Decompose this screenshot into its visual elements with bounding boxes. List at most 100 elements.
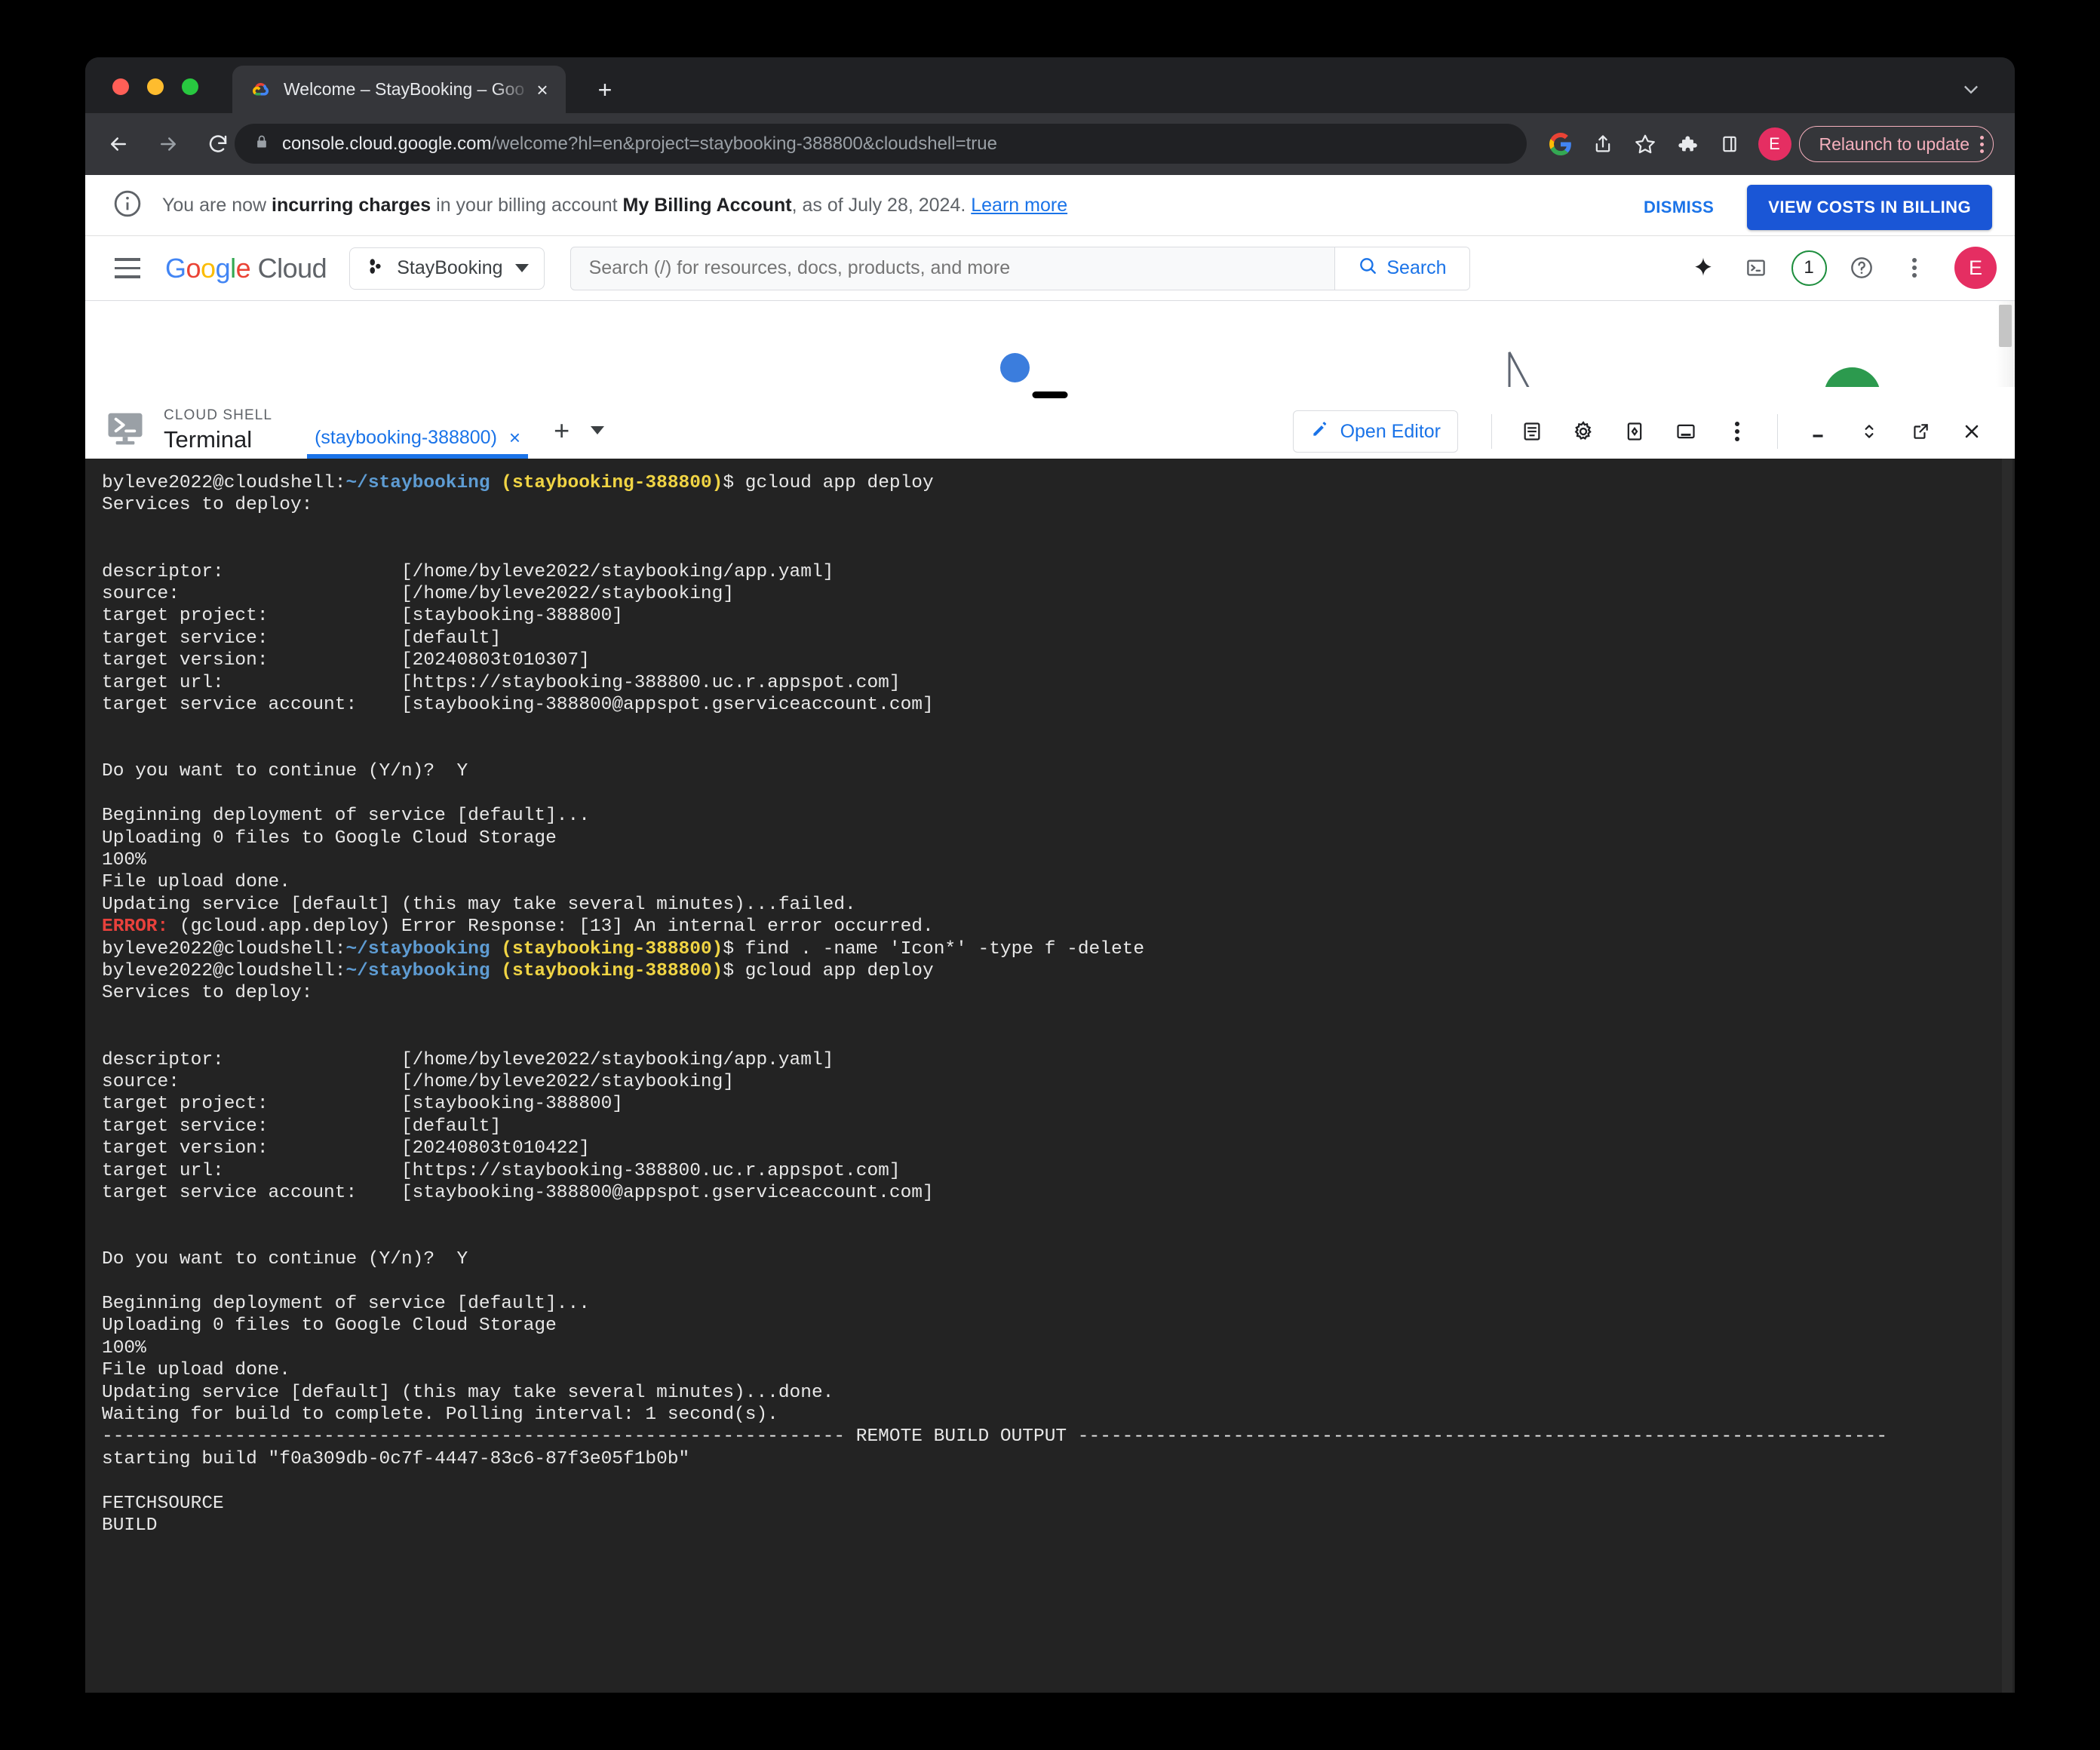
terminal-line: descriptor: [/home/byleve2022/staybookin… [102,1049,2015,1071]
terminal-scrollbar[interactable] [2002,459,2012,1693]
web-preview-icon[interactable] [1611,408,1658,455]
terminal-line: target service account: [staybooking-388… [102,694,2015,716]
puzzle-icon[interactable] [1666,123,1709,165]
open-editor-label: Open Editor [1340,421,1441,443]
terminal-line: ERROR: (gcloud.app.deploy) Error Respons… [102,916,2015,938]
close-window-button[interactable] [112,78,129,95]
project-selector[interactable]: StayBooking [349,247,544,290]
reload-icon[interactable] [201,127,235,161]
gemini-sparkle-icon[interactable] [1680,244,1727,291]
dismiss-button[interactable]: DISMISS [1630,187,1727,228]
search-bar[interactable]: Search [570,247,1470,290]
cloud-shell-titles: CLOUD SHELL Terminal [164,408,272,453]
new-tab-button[interactable]: + [592,78,618,103]
more-vert-icon[interactable] [1891,244,1938,291]
cloud-shell-toolbar-actions: Open Editor [1293,408,1995,455]
cloud-shell-title: Terminal [164,427,272,453]
maximize-window-button[interactable] [182,78,198,95]
add-session-button[interactable]: + [554,415,570,447]
pencil-icon [1310,419,1330,444]
toolbar-divider-2 [1777,414,1778,449]
browser-tab-title: Welcome – StayBooking – Goo [284,79,531,100]
logo-o1: o [186,253,201,284]
close-icon[interactable] [1948,408,1995,455]
close-icon[interactable]: × [509,426,520,450]
cloud-shell-kicker: CLOUD SHELL [164,408,272,424]
open-editor-button[interactable]: Open Editor [1293,410,1458,453]
search-button[interactable]: Search [1334,247,1469,290]
close-icon[interactable]: × [531,78,554,101]
cloud-shell-session-tab[interactable]: (staybooking-388800) × [307,426,528,459]
terminal-line [102,1005,2015,1027]
cloud-shell-panel: CLOUD SHELL Terminal (staybooking-388800… [85,387,2015,1693]
page-scrollbar-thumb[interactable] [1999,305,2012,347]
banner-text-1: You are now [162,195,272,216]
chevron-down-icon [515,264,529,272]
account-avatar[interactable]: E [1954,247,1997,289]
logo-e: e [236,253,251,284]
open-in-new-icon[interactable] [1897,408,1944,455]
relaunch-to-update-button[interactable]: Relaunch to update [1799,126,1994,162]
gcp-header: Google Cloud StayBooking Search [85,236,2015,301]
terminal-line: descriptor: [/home/byleve2022/staybookin… [102,561,2015,583]
display-icon[interactable] [1662,408,1709,455]
minimize-icon[interactable] [1795,408,1841,455]
more-vert-icon[interactable] [1980,136,1984,153]
search-input[interactable] [571,247,1335,290]
share-icon[interactable] [1582,123,1624,165]
terminal-line: File upload done. [102,1359,2015,1381]
chevron-down-icon[interactable] [591,426,604,434]
terminal-line: Services to deploy: [102,982,2015,1004]
google-cloud-logo[interactable]: Google Cloud [165,253,327,284]
back-arrow-icon[interactable] [102,127,135,161]
terminal-line: target url: [https://staybooking-388800.… [102,672,2015,694]
cloud-shell-tabs: (staybooking-388800) × + [307,402,604,459]
terminal-lines: byleve2022@cloudshell:~/staybooking (sta… [102,472,2015,1537]
browser-toolbar: console.cloud.google.com/welcome?hl=en&p… [85,113,2015,175]
terminal-line [102,1271,2015,1293]
terminal-line [102,716,2015,738]
hamburger-menu-icon[interactable] [106,247,149,290]
terminal-line: target version: [20240803t010422] [102,1138,2015,1159]
terminal-line: Do you want to continue (Y/n)? Y [102,760,2015,782]
terminal-line [102,738,2015,760]
terminal-line: Beginning deployment of service [default… [102,1293,2015,1315]
side-panel-icon[interactable] [1709,123,1751,165]
terminal-output[interactable]: byleve2022@cloudshell:~/staybooking (sta… [85,459,2015,1693]
star-icon[interactable] [1624,123,1666,165]
logo-o2: o [201,253,216,284]
google-g-icon[interactable] [1540,123,1582,165]
browser-toolbar-icons: E Relaunch to update [1540,123,1994,165]
cloud-shell-icon[interactable] [1733,244,1779,291]
gear-icon[interactable] [1560,408,1607,455]
keyboard-icon[interactable] [1509,408,1555,455]
logo-cloud: Cloud [250,253,327,284]
terminal-line: 100% [102,849,2015,871]
terminal-line: 100% [102,1337,2015,1359]
minimize-window-button[interactable] [147,78,164,95]
view-costs-in-billing-button[interactable]: VIEW COSTS IN BILLING [1747,185,1992,230]
google-cloud-icon [249,78,272,101]
forward-arrow-icon[interactable] [152,127,185,161]
learn-more-link[interactable]: Learn more [971,195,1067,216]
notifications-badge[interactable]: 1 [1785,244,1832,291]
terminal-line: target service account: [staybooking-388… [102,1182,2015,1204]
address-bar[interactable]: console.cloud.google.com/welcome?hl=en&p… [235,124,1527,164]
more-vert-icon[interactable] [1714,408,1761,455]
chevron-down-icon[interactable] [1960,78,1982,100]
help-icon[interactable] [1838,244,1885,291]
terminal-line: target service: [default] [102,1116,2015,1138]
expand-collapse-icon[interactable] [1846,408,1893,455]
browser-tab[interactable]: Welcome – StayBooking – Goo × [232,66,566,113]
page-content: You are now incurring charges in your bi… [85,175,2015,1693]
project-dots-icon [365,256,385,280]
project-name: StayBooking [397,257,502,279]
terminal-line [102,1027,2015,1048]
cloud-shell-drag-handle[interactable] [1033,391,1068,398]
logo-g2: g [216,253,231,284]
relaunch-label: Relaunch to update [1819,134,1970,155]
banner-bold-1: incurring charges [272,195,431,216]
profile-avatar[interactable]: E [1758,127,1791,161]
url-path: /welcome?hl=en&project=staybooking-38880… [492,134,997,154]
terminal-line: Beginning deployment of service [default… [102,805,2015,827]
